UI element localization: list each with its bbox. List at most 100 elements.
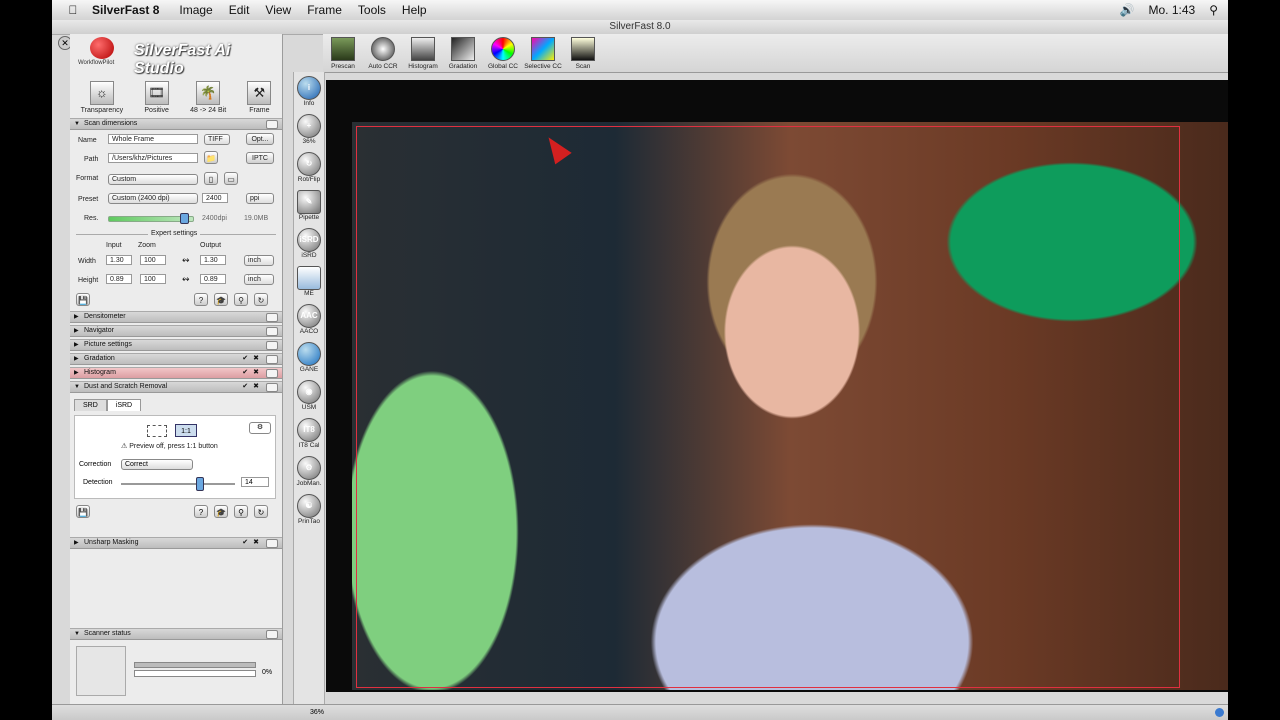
workflowpilot-icon[interactable]: [90, 37, 114, 59]
section-menu-button[interactable]: [266, 630, 278, 639]
expert-icon[interactable]: 🎓: [214, 505, 228, 518]
settings-gear-icon[interactable]: ⚙: [249, 422, 271, 434]
volume-icon[interactable]: 🔊: [1120, 3, 1135, 17]
preview-frame-icon[interactable]: [147, 425, 167, 437]
width-unit-select[interactable]: inch: [244, 255, 274, 266]
gane-tool[interactable]: GANE: [294, 338, 324, 376]
section-picture-settings[interactable]: ▶ Picture settings: [70, 339, 282, 351]
positive-button[interactable]: 🎞 Positive: [144, 81, 169, 114]
scan-button[interactable]: Scan: [563, 37, 603, 70]
section-menu-button[interactable]: [266, 355, 278, 364]
chain-icon[interactable]: ↭: [182, 274, 190, 285]
expert-icon[interactable]: 🎓: [214, 293, 228, 306]
format-select[interactable]: Custom: [108, 174, 198, 185]
menu-help[interactable]: Help: [402, 3, 427, 17]
section-histogram[interactable]: ▶ Histogram ✔✖: [70, 367, 282, 379]
dpi-field[interactable]: 2400: [202, 193, 228, 203]
portrait-icon[interactable]: ▯: [204, 172, 218, 185]
height-input[interactable]: 0.89: [106, 274, 132, 284]
height-zoom[interactable]: 100: [140, 274, 166, 284]
prescan-preview[interactable]: [326, 80, 1228, 692]
magnify-icon[interactable]: ⚲: [234, 505, 248, 518]
help-icon[interactable]: ?: [194, 293, 208, 306]
iptc-button[interactable]: IPTC: [246, 152, 274, 164]
bitdepth-button[interactable]: 🌴 48 -> 24 Bit: [190, 81, 226, 114]
tab-srd[interactable]: SRD: [74, 399, 107, 411]
preset-select[interactable]: Custom (2400 dpi): [108, 193, 198, 204]
info-tool[interactable]: i Info: [294, 72, 324, 110]
printao-tool[interactable]: ☯ PrinTao: [294, 490, 324, 528]
section-scanner-status[interactable]: ▼ Scanner status: [70, 628, 282, 640]
save-icon[interactable]: 💾: [76, 505, 90, 518]
spotlight-icon[interactable]: ⚲: [1209, 3, 1218, 17]
height-unit-select[interactable]: inch: [244, 274, 274, 285]
section-navigator[interactable]: ▶ Navigator: [70, 325, 282, 337]
magnify-icon[interactable]: ⚲: [234, 293, 248, 306]
rot-flip-tool[interactable]: ↻ Rot/Flip: [294, 148, 324, 186]
section-menu-button[interactable]: [266, 539, 278, 548]
section-toggles[interactable]: ✔✖: [242, 538, 264, 548]
transparency-button[interactable]: ☼ Transparency: [81, 81, 123, 114]
detection-slider[interactable]: [121, 483, 235, 485]
menu-view[interactable]: View: [265, 3, 291, 17]
menu-app-name[interactable]: SilverFast 8: [92, 3, 159, 17]
section-menu-button[interactable]: [266, 369, 278, 378]
name-field[interactable]: Whole Frame: [108, 134, 198, 144]
section-toggles[interactable]: ✔✖: [242, 382, 264, 392]
section-scan-dimensions[interactable]: ▼ Scan dimensions: [70, 118, 282, 130]
width-output[interactable]: 1.30: [200, 255, 226, 265]
res-slider-handle[interactable]: [180, 213, 189, 224]
section-menu-button[interactable]: [266, 383, 278, 392]
reset-icon[interactable]: ↻: [254, 505, 268, 518]
section-menu-button[interactable]: [266, 341, 278, 350]
expert-settings-label[interactable]: Expert settings: [148, 230, 201, 237]
path-field[interactable]: /Users/khz/Pictures: [108, 153, 198, 163]
one-to-one-button[interactable]: 1:1: [175, 424, 197, 437]
global-cc-button[interactable]: Global CC: [483, 37, 523, 70]
gradation-button[interactable]: Gradation: [443, 37, 483, 70]
auto-ccr-button[interactable]: Auto CCR: [363, 37, 403, 70]
save-icon[interactable]: 💾: [76, 293, 90, 306]
frame-button[interactable]: ⚒ Frame: [247, 81, 272, 114]
width-zoom[interactable]: 100: [140, 255, 166, 265]
isrd-tool[interactable]: iSRD iSRD: [294, 224, 324, 262]
aaco-tool[interactable]: AAC AACO: [294, 300, 324, 338]
section-unsharp-masking[interactable]: ▶ Unsharp Masking ✔✖: [70, 537, 282, 549]
selective-cc-button[interactable]: Selective CC: [523, 37, 563, 70]
correction-select[interactable]: Correct: [121, 459, 193, 470]
it8-tool[interactable]: IT8 IT8 Cal: [294, 414, 324, 452]
zoom-tool[interactable]: +36%: [294, 110, 324, 148]
prescan-button[interactable]: Prescan: [323, 37, 363, 70]
me-tool[interactable]: ME: [294, 262, 324, 300]
section-menu-button[interactable]: [266, 313, 278, 322]
landscape-icon[interactable]: ▭: [224, 172, 238, 185]
height-output[interactable]: 0.89: [200, 274, 226, 284]
menu-image[interactable]: Image: [179, 3, 212, 17]
menu-edit[interactable]: Edit: [229, 3, 250, 17]
pipette-tool[interactable]: ✎ Pipette: [294, 186, 324, 224]
reset-icon[interactable]: ↻: [254, 293, 268, 306]
file-format-select[interactable]: TIFF: [204, 134, 230, 145]
tab-isrd[interactable]: iSRD: [106, 399, 142, 411]
section-dust-scratch[interactable]: ▼ Dust and Scratch Removal ✔✖: [70, 381, 282, 393]
help-icon[interactable]: ?: [194, 505, 208, 518]
section-densitometer[interactable]: ▶ Densitometer: [70, 311, 282, 323]
detection-value[interactable]: 14: [241, 477, 269, 487]
dpi-unit-select[interactable]: ppi: [246, 193, 274, 204]
section-menu-button[interactable]: [266, 327, 278, 336]
apple-icon[interactable]: : [62, 3, 84, 17]
clock[interactable]: Mo. 1:43: [1149, 3, 1196, 17]
menu-tools[interactable]: Tools: [358, 3, 386, 17]
opt-button[interactable]: Opt...: [246, 133, 274, 145]
usm-tool[interactable]: ◉ USM: [294, 376, 324, 414]
section-toggles[interactable]: ✔✖: [242, 354, 264, 364]
detection-slider-handle[interactable]: [195, 477, 204, 491]
section-gradation[interactable]: ▶ Gradation ✔✖: [70, 353, 282, 365]
width-input[interactable]: 1.30: [106, 255, 132, 265]
menu-frame[interactable]: Frame: [307, 3, 342, 17]
scan-frame[interactable]: [356, 126, 1180, 688]
link-icon[interactable]: ↭: [182, 255, 190, 266]
section-toggles[interactable]: ✔✖: [242, 368, 264, 378]
jobman-tool[interactable]: ⚙ JobMan.: [294, 452, 324, 490]
histogram-button[interactable]: Histogram: [403, 37, 443, 70]
